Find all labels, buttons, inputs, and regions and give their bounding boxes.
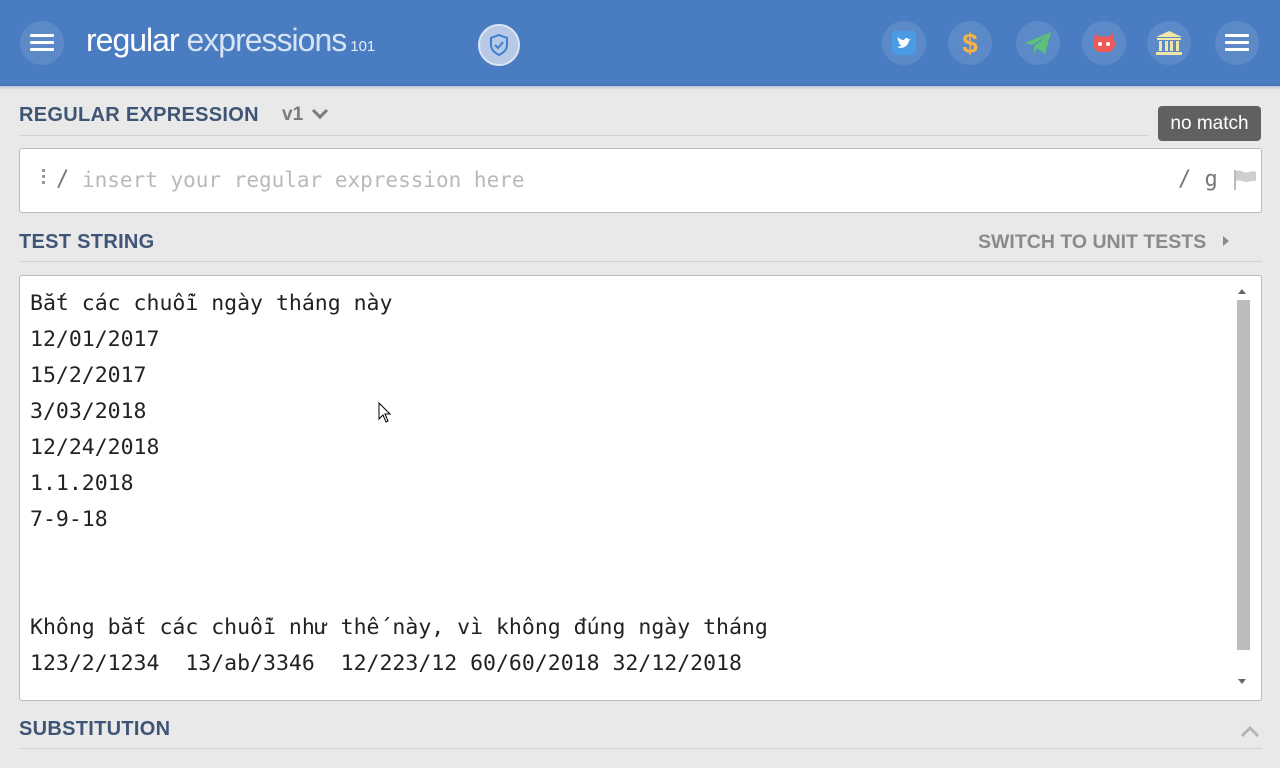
regex-flags-value: g [1204,167,1218,192]
shield-button[interactable] [478,24,520,66]
twitter-icon [892,31,916,55]
flag-icon[interactable] [1232,169,1258,191]
chevron-up-icon[interactable] [1239,723,1261,739]
divider [19,261,1262,262]
logo-sub: 101 [350,38,376,55]
test-line: 123/2/1234 13/ab/3346 12/223/12 60/60/20… [30,651,742,676]
bank-icon [1156,31,1182,55]
app-logo[interactable]: regular expressions 101 [86,22,375,59]
menu-icon [1225,34,1249,52]
scrollbar-thumb[interactable] [1237,300,1250,650]
github-icon [1093,33,1115,52]
library-button[interactable] [1147,21,1191,65]
scroll-down-icon[interactable] [1238,679,1246,684]
test-line: 7-9-18 [30,507,108,532]
regex-close-delimiter: / [1178,167,1192,192]
regex-open-delimiter: / [56,167,70,192]
test-line: 3/03/2018 [30,399,147,424]
scroll-up-icon[interactable] [1238,289,1246,294]
test-string-editor[interactable]: Bắt các chuỗi ngày tháng này 12/01/2017 … [19,275,1262,701]
twitter-button[interactable] [882,21,926,65]
side-menu-button[interactable] [1215,21,1259,65]
logo-secondary: expressions [186,22,348,58]
dollar-icon: $ [962,28,978,58]
main-menu-button[interactable] [20,21,64,65]
paper-plane-icon [1025,32,1051,54]
menu-icon [30,34,54,52]
switch-link-label: SWITCH TO UNIT TESTS [978,231,1207,253]
test-line: 12/01/2017 [30,327,160,352]
test-string-lines: Bắt các chuỗi ngày tháng này 12/01/2017 … [30,286,768,682]
test-line [30,574,768,610]
shield-icon [490,33,508,57]
divider [19,135,1149,136]
mouse-cursor-icon [378,402,392,423]
top-header: regular expressions 101 $ [0,0,1280,86]
header-shadow [0,86,1280,90]
version-label: v1 [282,104,304,125]
caret-right-icon [1222,236,1229,246]
logo-main: regular [86,22,180,58]
github-button[interactable] [1082,21,1126,65]
substitution-title: SUBSTITUTION [19,718,171,740]
test-line: 15/2/2017 [30,363,147,388]
divider [19,748,1262,749]
test-line: 1.1.2018 [30,471,134,496]
test-string-title: TEST STRING [19,231,155,253]
regex-input[interactable] [80,161,1164,199]
match-status-badge: no match [1158,106,1261,141]
telegram-button[interactable] [1016,21,1060,65]
test-line: 12/24/2018 [30,435,160,460]
switch-to-unit-tests-link[interactable]: SWITCH TO UNIT TESTS [978,231,1232,254]
regex-input-box: / / g [19,148,1262,213]
drag-handle-icon[interactable] [42,169,46,185]
version-selector[interactable]: v1 [282,104,329,126]
donate-button[interactable]: $ [948,21,992,65]
test-line: Bắt các chuỗi ngày tháng này [30,291,393,316]
test-line: Không bắt các chuỗi như thế này, vì khôn… [30,615,768,640]
test-line [30,538,768,574]
regex-flags[interactable]: / g [1178,167,1218,192]
svg-text:$: $ [962,28,978,58]
regex-section-title: REGULAR EXPRESSION [19,104,259,126]
chevron-down-icon [312,108,329,120]
vertical-scrollbar[interactable] [1236,286,1252,690]
